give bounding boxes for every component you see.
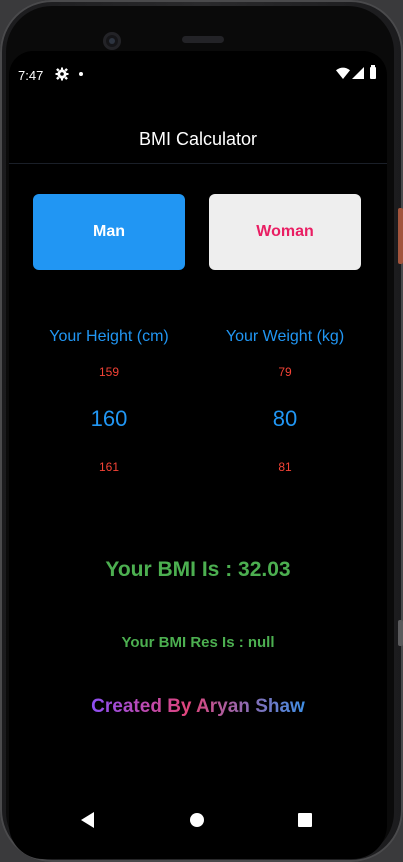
front-camera-icon — [103, 32, 121, 50]
power-button — [398, 208, 403, 264]
weight-label: Your Weight (kg) — [225, 328, 345, 345]
bmi-result: Your BMI Is : 32.03 — [105, 558, 291, 581]
earpiece-speaker — [182, 36, 224, 43]
author-credit-text: Created By Aryan Shaw — [91, 696, 305, 717]
page-title: BMI Calculator — [138, 129, 258, 149]
author-credit: Created By Aryan Shaw — [9, 696, 387, 718]
back-icon[interactable] — [80, 811, 96, 829]
app-screen: 7:47 BMI Calculator Man Woman Your Heigh… — [9, 51, 387, 859]
home-icon[interactable] — [190, 813, 204, 827]
bmi-category-result: Your BMI Res Is : null — [121, 634, 275, 651]
height-prev-value[interactable]: 159 — [29, 365, 189, 379]
status-bar: 7:47 — [9, 51, 387, 95]
status-time: 7:47 — [18, 68, 44, 83]
system-nav-bar — [9, 803, 387, 839]
phone-frame: 7:47 BMI Calculator Man Woman Your Heigh… — [0, 0, 403, 862]
height-next-value[interactable]: 161 — [29, 460, 189, 474]
notification-dot-icon — [79, 72, 83, 76]
volume-button — [398, 620, 403, 646]
height-label: Your Height (cm) — [49, 328, 169, 345]
weight-next-value[interactable]: 81 — [205, 460, 365, 474]
weight-selected-value[interactable]: 80 — [205, 406, 365, 432]
recents-icon[interactable] — [298, 813, 312, 827]
woman-button[interactable]: Woman — [209, 194, 361, 270]
settings-gear-icon — [55, 67, 69, 81]
wifi-icon — [336, 67, 350, 79]
weight-prev-value[interactable]: 79 — [205, 365, 365, 379]
battery-icon — [370, 65, 376, 79]
man-button[interactable]: Man — [33, 194, 185, 270]
cell-signal-icon — [352, 67, 364, 79]
app-bar: BMI Calculator — [9, 115, 387, 164]
height-selected-value[interactable]: 160 — [29, 406, 189, 432]
